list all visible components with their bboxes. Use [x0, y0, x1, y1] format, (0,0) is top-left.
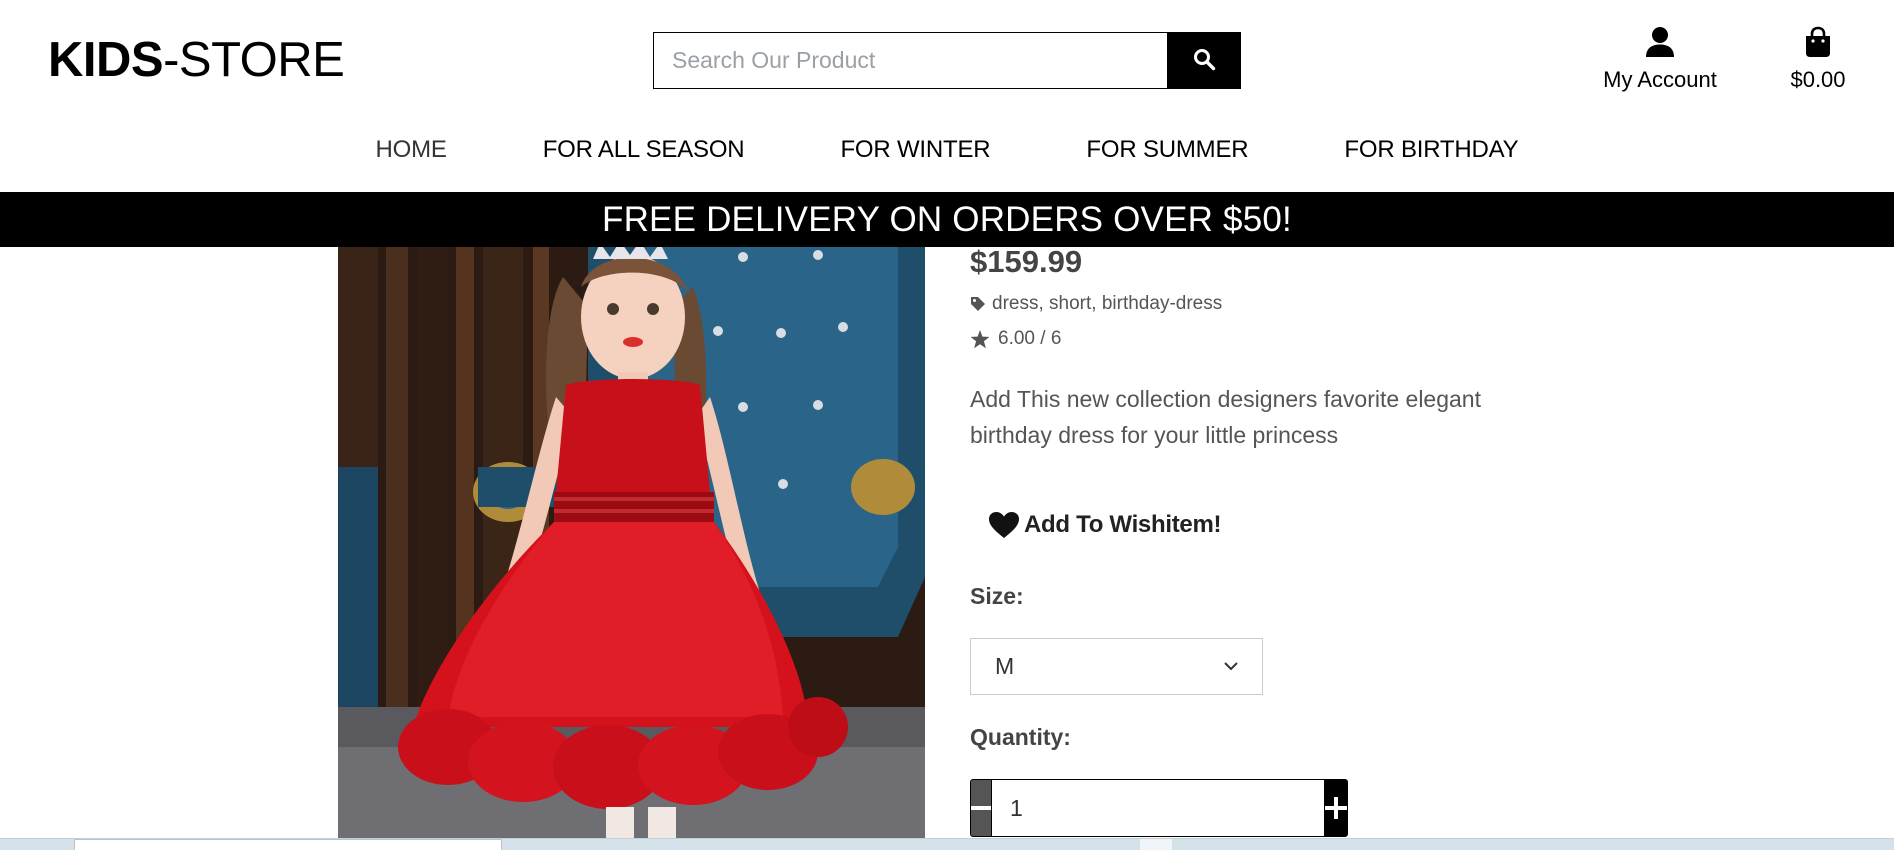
size-label: Size:	[970, 583, 1024, 609]
main-nav: HOME FOR ALL SEASON FOR WINTER FOR SUMME…	[0, 136, 1894, 164]
my-account-label: My Account	[1603, 67, 1717, 92]
cart-total: $0.00	[1790, 67, 1846, 92]
shopping-bag-icon	[1804, 26, 1832, 62]
product-tags: dress, short, birthday-dress	[970, 293, 1222, 315]
product-price: $159.99	[970, 244, 1083, 279]
minus-icon	[971, 806, 991, 810]
product-description: Add This new collection designers favori…	[970, 386, 1481, 448]
my-account-link[interactable]: My Account	[1590, 26, 1730, 93]
chevron-down-icon	[1224, 662, 1238, 671]
product-rating: 6.00 / 6	[970, 328, 1061, 350]
star-icon	[970, 329, 990, 349]
rating-value: 6.00 / 6	[998, 328, 1062, 349]
tag-dress[interactable]: dress	[992, 293, 1038, 315]
quantity-stepper	[970, 779, 1348, 837]
logo-rest-text: -STORE	[163, 33, 345, 87]
tag-icon	[970, 296, 986, 312]
heart-icon	[988, 511, 1020, 539]
nav-for-winter[interactable]: FOR WINTER	[840, 136, 990, 164]
logo-bold-text: KIDS	[48, 33, 164, 87]
size-select[interactable]: M	[970, 638, 1263, 695]
os-taskbar	[0, 838, 1894, 850]
search-button[interactable]	[1167, 33, 1240, 88]
quantity-decrease-button[interactable]	[970, 779, 992, 837]
site-header: KIDS-STORE My Account	[0, 0, 1894, 192]
plus-icon	[1325, 797, 1347, 819]
nav-for-all-season[interactable]: FOR ALL SEASON	[543, 136, 745, 164]
search-icon	[1192, 47, 1216, 74]
search-bar	[653, 32, 1241, 89]
user-icon	[1645, 27, 1675, 62]
quantity-label: Quantity:	[970, 724, 1071, 750]
wishlist-label: Add To Wishitem!	[1024, 511, 1222, 538]
site-logo[interactable]: KIDS-STORE	[48, 30, 345, 90]
add-to-wishlist-button[interactable]: Add To Wishitem!	[988, 511, 1221, 539]
size-selected-value: M	[995, 653, 1015, 679]
tag-separator: ,	[1038, 293, 1050, 314]
nav-for-birthday[interactable]: FOR BIRTHDAY	[1344, 136, 1518, 164]
search-input[interactable]	[654, 33, 1167, 88]
nav-home[interactable]: HOME	[376, 136, 447, 164]
tag-short[interactable]: short	[1049, 293, 1091, 315]
tag-separator: ,	[1091, 293, 1102, 314]
product-image	[338, 247, 925, 838]
page: KIDS-STORE My Account	[0, 0, 1894, 850]
cart-link[interactable]: $0.00	[1778, 26, 1858, 93]
taskbar-window-preview[interactable]	[74, 839, 502, 850]
tag-birthday-dress[interactable]: birthday-dress	[1102, 293, 1222, 315]
quantity-input[interactable]	[992, 779, 1324, 837]
taskbar-item[interactable]	[1140, 839, 1172, 850]
nav-for-summer[interactable]: FOR SUMMER	[1086, 136, 1248, 164]
quantity-increase-button[interactable]	[1324, 779, 1348, 837]
free-delivery-banner: FREE DELIVERY ON ORDERS OVER $50!	[0, 192, 1894, 247]
